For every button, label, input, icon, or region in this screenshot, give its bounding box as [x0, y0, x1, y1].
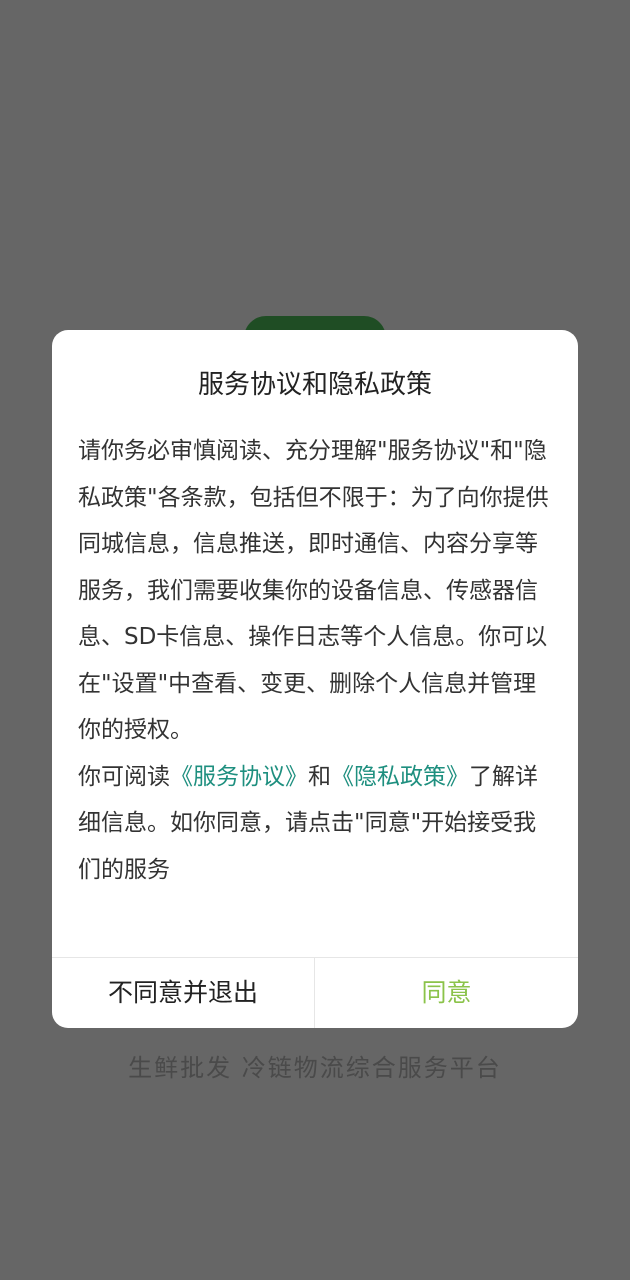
dialog-paragraph-terms: 请你务必审慎阅读、充分理解"服务协议"和"隐私政策"各条款，包括但不限于：为了向…: [78, 438, 549, 743]
dialog-body: 请你务必审慎阅读、充分理解"服务协议"和"隐私政策"各条款，包括但不限于：为了向…: [78, 428, 558, 893]
dialog-paragraph-links: 你可阅读《服务协议》和《隐私政策》了解详细信息。如你同意，请点击"同意"开始接受…: [78, 754, 558, 894]
paragraph-prefix: 你可阅读: [78, 763, 170, 790]
disagree-exit-button[interactable]: 不同意并退出: [52, 958, 314, 1028]
dialog-title: 服务协议和隐私政策: [197, 370, 432, 400]
privacy-policy-link[interactable]: 《隐私政策》: [331, 764, 469, 790]
service-agreement-link[interactable]: 《服务协议》: [170, 764, 308, 790]
paragraph-middle: 和: [308, 763, 331, 790]
agree-button[interactable]: 同意: [315, 958, 578, 1028]
app-tagline: 生鲜批发 冷链物流综合服务平台: [128, 1054, 502, 1082]
